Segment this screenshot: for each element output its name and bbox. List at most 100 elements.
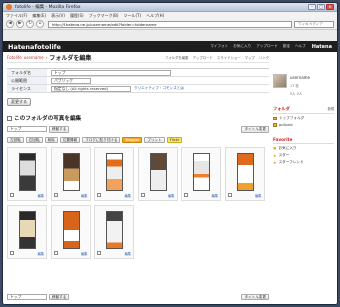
move-button-bottom[interactable]: 移動する xyxy=(49,293,70,300)
photo-checkbox[interactable] xyxy=(227,193,232,197)
photo-edit-link[interactable]: 編集 xyxy=(212,193,218,198)
menu-bookmarks[interactable]: ブックマーク(B) xyxy=(89,13,119,19)
photo-edit-link[interactable]: 編集 xyxy=(38,193,44,198)
breadcrumb: Fotolife username › フォルダを編集 フォルダを編集 アップロ… xyxy=(7,52,269,63)
location-button[interactable]: 位置情報 xyxy=(59,136,81,143)
sidebar-favorites[interactable]: ♥ お気に入り xyxy=(273,146,334,151)
sidebar-folder-pullonic[interactable]: pullonic xyxy=(273,123,334,127)
favorite-label: スターフレンド xyxy=(278,160,304,164)
photo-edit-link[interactable]: 編集 xyxy=(125,251,131,256)
breadcrumb-root[interactable]: Fotolife xyxy=(7,55,22,60)
photo-thumbnail[interactable] xyxy=(106,211,123,249)
search-input[interactable]: ウィキペディア xyxy=(294,20,334,28)
photo-edit-link[interactable]: 編集 xyxy=(125,193,131,198)
photo-thumbnail[interactable] xyxy=(62,211,80,249)
photo-checkbox[interactable] xyxy=(97,251,101,255)
photo-checkbox[interactable] xyxy=(97,193,101,197)
firefox-icon xyxy=(6,4,12,10)
photos-section-header: このフォルダの写真を編集 xyxy=(7,114,269,122)
license-select[interactable]: 指定なし (All rights reserved) xyxy=(51,85,131,92)
blogger-button[interactable]: Blogger xyxy=(122,136,143,143)
menu-view[interactable]: 表示(V) xyxy=(51,13,65,19)
folder-select-bottom[interactable]: トップ xyxy=(7,293,47,300)
folder-label: トップフォルダ xyxy=(279,116,305,120)
save-button[interactable]: 変更する xyxy=(7,98,31,106)
folder-select[interactable]: トップ xyxy=(7,126,47,133)
sidebar-folder-top[interactable]: トップフォルダ xyxy=(273,116,334,121)
maximize-button[interactable]: □ xyxy=(317,4,325,10)
photo-thumbnail[interactable] xyxy=(62,153,80,191)
photo-thumbnail[interactable] xyxy=(106,153,123,191)
photo-edit-link[interactable]: 編集 xyxy=(38,251,44,256)
photo-thumbnail[interactable] xyxy=(19,153,36,191)
title-change-button-bottom[interactable]: タイトル変更 xyxy=(241,293,269,300)
forward-icon[interactable]: ▶ xyxy=(16,20,24,28)
photo-edit-link[interactable]: 編集 xyxy=(168,193,174,198)
photo-cell: 編集 xyxy=(50,205,91,259)
photo-checkbox[interactable] xyxy=(53,251,58,255)
home-icon[interactable]: ⌂ xyxy=(36,20,44,28)
avatar[interactable] xyxy=(273,74,287,88)
username[interactable]: username xyxy=(290,75,310,80)
blog-paste-button[interactable]: ブログに貼り付ける xyxy=(82,136,121,143)
sidebar: username 17 枚 0人 0人 フォルダ 新規 トップフォルダ pull… xyxy=(273,52,334,304)
photo-checkbox[interactable] xyxy=(10,193,14,197)
menu-file[interactable]: ファイル(F) xyxy=(6,13,27,19)
photo-thumbnail[interactable] xyxy=(193,153,210,191)
photo-checkbox[interactable] xyxy=(140,193,145,197)
sidebar-star-friend[interactable]: ★ スターフレンド xyxy=(273,160,334,165)
photo-thumbnail[interactable] xyxy=(149,153,167,191)
header-link-settings[interactable]: 設定 xyxy=(283,44,290,49)
flickr-button[interactable]: Flickr xyxy=(166,136,183,143)
back-icon[interactable]: ◀ xyxy=(6,20,14,28)
favorite-heading: Favorite xyxy=(273,137,334,144)
tool-map[interactable]: マップ xyxy=(245,55,255,60)
menu-history[interactable]: 履歴(S) xyxy=(70,13,84,19)
hatena-brand[interactable]: Hatena xyxy=(312,44,332,50)
header-link-favorites[interactable]: お気に入り xyxy=(233,44,251,49)
photo-edit-link[interactable]: 編集 xyxy=(255,193,261,198)
menu-edit[interactable]: 編集(E) xyxy=(32,13,46,19)
public-range-row: 公開範囲 パブリック xyxy=(7,77,269,85)
photo-thumbnail[interactable] xyxy=(19,211,36,249)
heart-icon: ♥ xyxy=(273,146,277,151)
close-button[interactable]: × xyxy=(326,4,334,10)
header-link-upload[interactable]: アップロード xyxy=(256,44,278,49)
photo-checkbox[interactable] xyxy=(53,193,58,197)
new-folder-link[interactable]: 新規 xyxy=(328,106,334,112)
rotate-right-button[interactable]: 右回転 xyxy=(25,136,43,143)
sidebar-star[interactable]: ★ スター xyxy=(273,153,334,158)
tool-slideshow[interactable]: スライドショー xyxy=(217,55,241,60)
menu-tools[interactable]: ツール(T) xyxy=(123,13,141,19)
hatena-fotolife-logo[interactable]: Hatenafotolife xyxy=(8,43,61,51)
tool-edit-folder[interactable]: フォルダを編集 xyxy=(165,55,189,60)
public-range-select[interactable]: パブリック xyxy=(51,77,91,84)
photo-thumbnail[interactable] xyxy=(236,153,254,191)
header-link-help[interactable]: ヘルプ xyxy=(295,44,306,49)
url-bar[interactable]: http://f.hatena.ne.jp/username/edit?fold… xyxy=(48,20,292,28)
favorite-label: お気に入り xyxy=(278,146,297,150)
menu-help[interactable]: ヘルプ(H) xyxy=(146,13,164,19)
tool-upload[interactable]: アップロード xyxy=(193,55,213,60)
creative-commons-link[interactable]: クリエイティブ・コモンズとは xyxy=(134,86,184,91)
minimize-button[interactable]: – xyxy=(308,4,316,10)
license-label: ライセンス xyxy=(7,85,47,92)
folders-heading: フォルダ 新規 xyxy=(273,106,334,114)
favorite-heading-label: Favorite xyxy=(273,137,293,142)
folder-name-input[interactable]: トップ xyxy=(51,69,171,76)
delete-button[interactable]: 削除 xyxy=(44,136,58,143)
tool-link[interactable]: リンク xyxy=(259,55,269,60)
print-button[interactable]: プリント xyxy=(144,136,165,143)
breadcrumb-user[interactable]: username xyxy=(24,55,44,60)
star-icon: ★ xyxy=(273,153,277,158)
rotate-left-button[interactable]: 左回転 xyxy=(7,136,24,143)
select-all-checkbox[interactable] xyxy=(7,115,12,121)
title-change-button[interactable]: タイトル変更 xyxy=(241,126,269,133)
reload-icon[interactable]: ↻ xyxy=(26,20,34,28)
photo-checkbox[interactable] xyxy=(10,251,14,255)
photo-edit-link[interactable]: 編集 xyxy=(81,193,87,198)
move-button[interactable]: 移動する xyxy=(49,126,70,133)
photo-checkbox[interactable] xyxy=(184,193,188,197)
header-link-myphoto[interactable]: マイフォト xyxy=(210,44,228,49)
photo-edit-link[interactable]: 編集 xyxy=(81,251,87,256)
